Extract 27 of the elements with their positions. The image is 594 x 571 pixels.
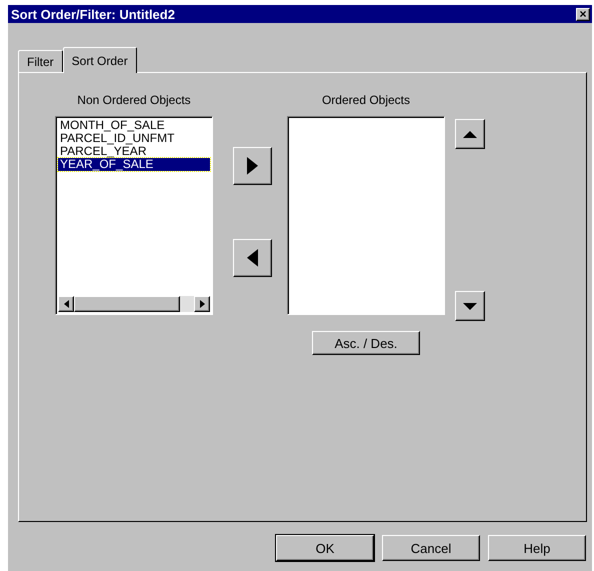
add-button[interactable]	[233, 147, 272, 185]
dialog-button[interactable]: Help	[488, 535, 586, 561]
list-label: Ordered Objects	[322, 93, 410, 107]
list-label: Non Ordered Objects	[77, 93, 191, 107]
dialog-button[interactable]: OK	[276, 535, 374, 561]
tab[interactable]: Sort Order	[62, 47, 137, 73]
move-down-button[interactable]	[455, 291, 485, 321]
move-up-button[interactable]	[455, 119, 485, 149]
tab[interactable]: Filter	[18, 50, 63, 72]
up-arrow-icon	[463, 130, 477, 138]
non-ordered-list[interactable]: MONTH_OF_SALE PARCEL_ID_UNFMT PARCEL_YEAR YEAR_OF_SALE	[55, 116, 213, 315]
list-item[interactable]: PARCEL_ID_UNFMT	[58, 132, 210, 145]
remove-button[interactable]	[233, 239, 272, 277]
horizontal-scrollbar[interactable]	[58, 296, 210, 312]
scroll-left-icon	[64, 300, 68, 308]
down-arrow-icon	[463, 302, 477, 310]
dialog-button[interactable]: Cancel	[382, 535, 480, 561]
left-arrow-icon	[247, 249, 258, 267]
list-item[interactable]: MONTH_OF_SALE	[58, 119, 210, 132]
right-arrow-icon	[247, 157, 258, 175]
ordered-list[interactable]	[287, 116, 445, 315]
list-item[interactable]: PARCEL_YEAR	[58, 145, 210, 158]
window-title: Sort Order/Filter: Untitled2	[11, 6, 175, 22]
asc-des-button[interactable]: Asc. / Des.	[312, 331, 420, 355]
list-item[interactable]: YEAR_OF_SALE	[58, 158, 210, 171]
scroll-right-icon	[200, 300, 204, 308]
close-button[interactable]: ×	[576, 8, 590, 20]
